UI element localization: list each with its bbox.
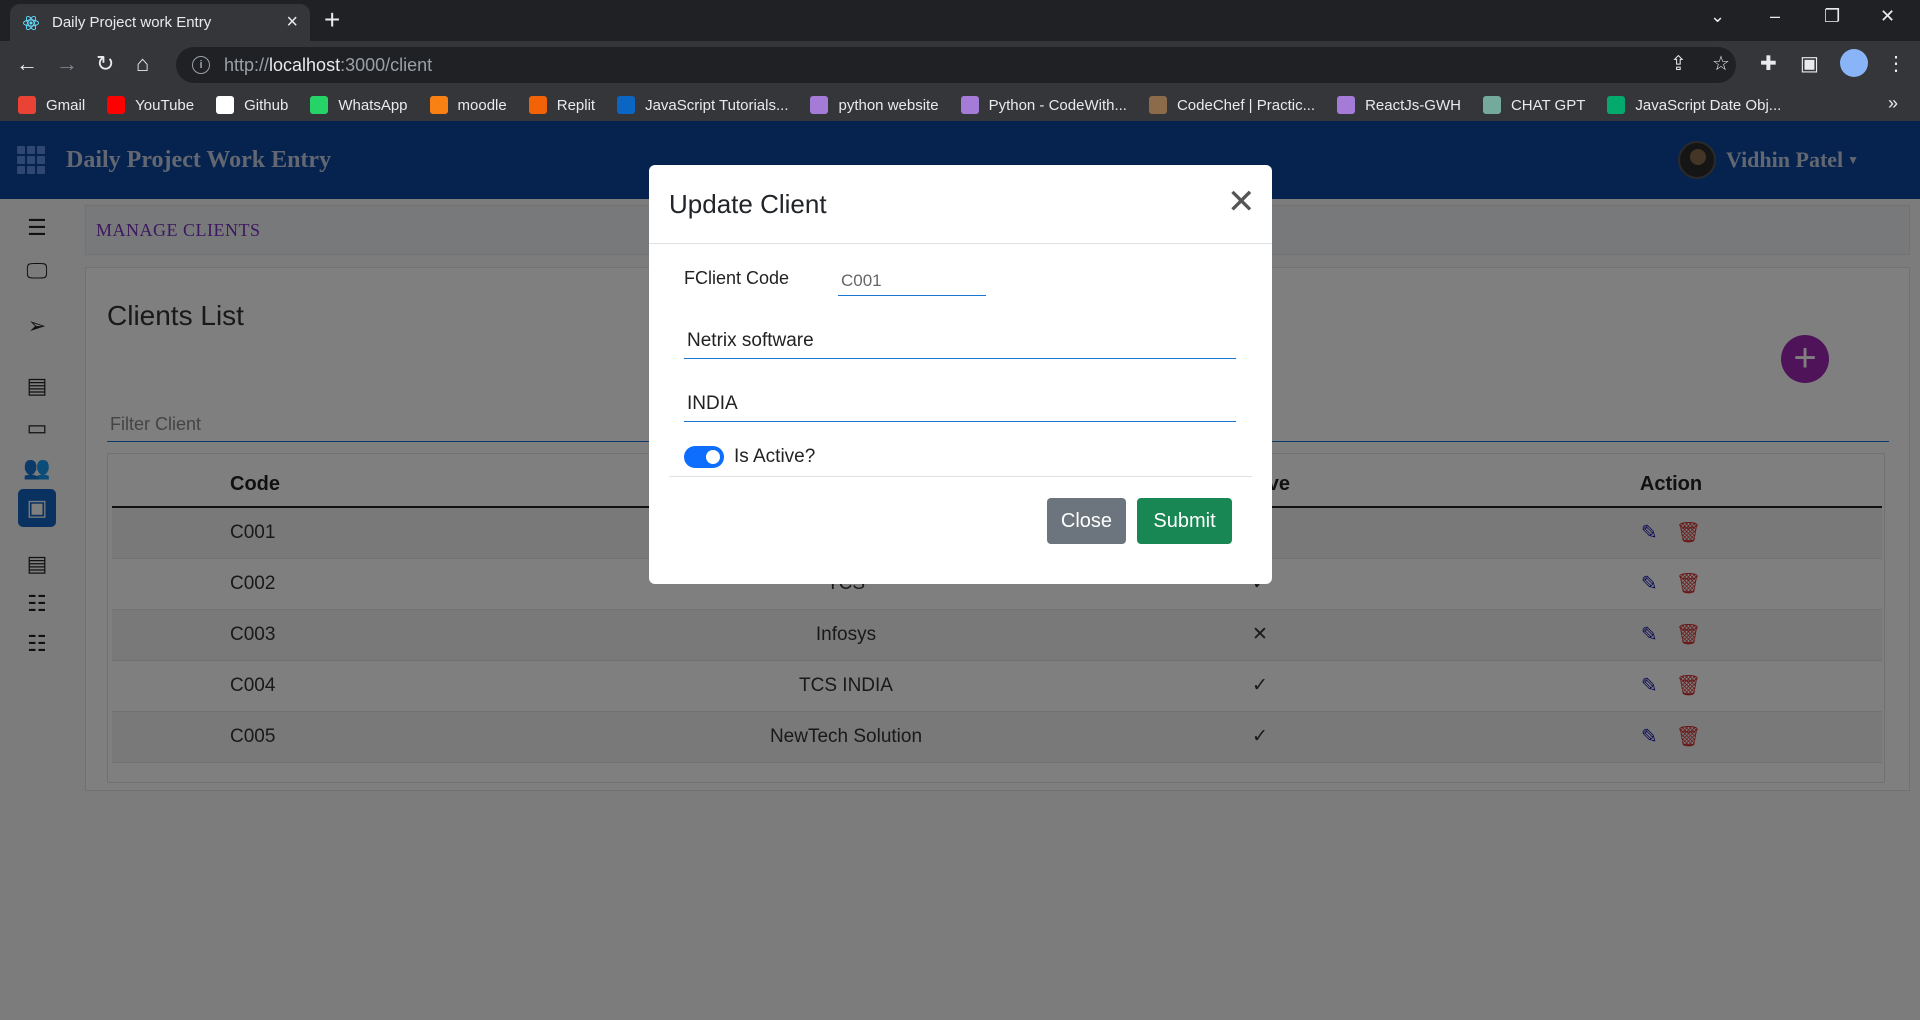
forward-icon[interactable]: → bbox=[56, 51, 78, 77]
browser-tabstrip: Daily Project work Entry × + ⌄ – ❐ ✕ bbox=[0, 0, 1920, 41]
submit-button[interactable]: Submit bbox=[1137, 498, 1232, 544]
bookmark-label: moodle bbox=[457, 96, 507, 114]
bookmark-label: ReactJs-GWH bbox=[1365, 96, 1461, 114]
react-icon bbox=[22, 14, 40, 32]
window-close-icon[interactable]: ✕ bbox=[1880, 6, 1895, 27]
chatgpt-icon bbox=[1482, 96, 1501, 114]
bookmark-label: Replit bbox=[556, 96, 596, 114]
extensions-icon[interactable]: ✚ bbox=[1760, 51, 1777, 76]
profile-avatar[interactable] bbox=[1840, 49, 1868, 77]
back-icon[interactable]: ← bbox=[16, 51, 38, 77]
reload-icon[interactable]: ↻ bbox=[96, 51, 114, 77]
client-code-input[interactable] bbox=[838, 266, 986, 296]
bookmark-item[interactable]: Gmail bbox=[18, 96, 85, 114]
gmail-icon bbox=[18, 96, 36, 114]
whatsapp-icon bbox=[310, 96, 329, 114]
bookmark-label: Gmail bbox=[46, 96, 86, 114]
bookmark-item[interactable]: CodeChef | Practic... bbox=[1148, 96, 1316, 114]
modal-title: Update Client bbox=[669, 189, 827, 219]
close-icon[interactable]: ✕ bbox=[1227, 185, 1256, 219]
share-icon[interactable]: ⇪ bbox=[1670, 51, 1687, 76]
bookmark-label: WhatsApp bbox=[338, 96, 408, 114]
bookmark-label: CHAT GPT bbox=[1510, 96, 1586, 114]
w3schools-icon bbox=[1607, 96, 1626, 114]
modal-header: Update Client ✕ bbox=[649, 165, 1272, 244]
side-panel-icon[interactable]: ▣ bbox=[1800, 51, 1819, 76]
bookmark-star-icon[interactable]: ☆ bbox=[1712, 51, 1730, 76]
site-info-icon[interactable]: i bbox=[192, 56, 210, 74]
new-tab-icon[interactable]: + bbox=[324, 6, 340, 34]
more-bookmarks-icon[interactable]: » bbox=[1888, 93, 1898, 114]
tab-title: Daily Project work Entry bbox=[52, 14, 212, 31]
url-text: http://localhost:3000/client bbox=[224, 54, 433, 75]
bookmark-item[interactable]: JavaScript Date Obj... bbox=[1607, 96, 1781, 114]
codewithharry-icon bbox=[810, 96, 829, 114]
codechef-icon bbox=[1148, 96, 1167, 114]
address-bar[interactable]: i http://localhost:3000/client bbox=[176, 47, 1736, 83]
client-country-input[interactable] bbox=[684, 386, 1236, 422]
close-tab-icon[interactable]: × bbox=[286, 11, 298, 34]
moodle-icon bbox=[429, 96, 448, 114]
client-name-input[interactable] bbox=[684, 323, 1236, 359]
is-active-toggle[interactable] bbox=[684, 446, 724, 468]
client-code-label: FClient Code bbox=[684, 268, 790, 288]
home-icon[interactable]: ⌂ bbox=[136, 51, 149, 77]
bookmark-label: Python - CodeWith... bbox=[988, 96, 1127, 114]
bookmark-item[interactable]: Github bbox=[216, 96, 288, 114]
modal-divider bbox=[669, 476, 1252, 477]
menu-icon[interactable]: ⋮ bbox=[1886, 51, 1906, 76]
linkedin-icon bbox=[617, 96, 636, 114]
bookmark-item[interactable]: moodle bbox=[429, 96, 507, 114]
restore-icon[interactable]: ❐ bbox=[1824, 6, 1840, 27]
bookmark-label: YouTube bbox=[135, 96, 195, 114]
bookmark-item[interactable]: Replit bbox=[528, 96, 596, 114]
codewithharry-icon bbox=[960, 96, 979, 114]
bookmark-item[interactable]: python website bbox=[810, 96, 939, 114]
tab-search-icon[interactable]: ⌄ bbox=[1710, 6, 1725, 27]
bookmarks-bar: Gmail YouTube Github WhatsApp moodle Replit Ja… bbox=[0, 89, 1920, 121]
is-active-label: Is Active? bbox=[734, 446, 816, 467]
bookmark-item[interactable]: JavaScript Tutorials... bbox=[617, 96, 788, 114]
replit-icon bbox=[528, 96, 547, 114]
minimize-icon[interactable]: – bbox=[1770, 6, 1780, 27]
bookmark-label: CodeChef | Practic... bbox=[1176, 96, 1316, 114]
bookmark-item[interactable]: YouTube bbox=[107, 96, 194, 114]
browser-toolbar: ← → ↻ ⌂ i http://localhost:3000/client ⇪… bbox=[0, 41, 1920, 89]
update-client-modal: Update Client ✕ FClient Code Is Active? … bbox=[649, 165, 1272, 584]
bookmark-label: Github bbox=[244, 96, 289, 114]
bookmark-item[interactable]: WhatsApp bbox=[310, 96, 408, 114]
youtube-icon bbox=[107, 96, 126, 114]
bookmark-label: JavaScript Date Obj... bbox=[1635, 96, 1782, 114]
active-toggle-row: Is Active? bbox=[684, 446, 815, 468]
bookmark-item[interactable]: CHAT GPT bbox=[1482, 96, 1586, 114]
bookmark-item[interactable]: ReactJs-GWH bbox=[1337, 96, 1461, 114]
github-icon bbox=[216, 96, 235, 114]
close-button[interactable]: Close bbox=[1047, 498, 1126, 544]
bookmark-label: python website bbox=[838, 96, 939, 114]
codewithharry-icon bbox=[1337, 96, 1356, 114]
browser-tab[interactable]: Daily Project work Entry × bbox=[10, 4, 310, 41]
bookmark-item[interactable]: Python - CodeWith... bbox=[960, 96, 1127, 114]
bookmark-label: JavaScript Tutorials... bbox=[645, 96, 789, 114]
